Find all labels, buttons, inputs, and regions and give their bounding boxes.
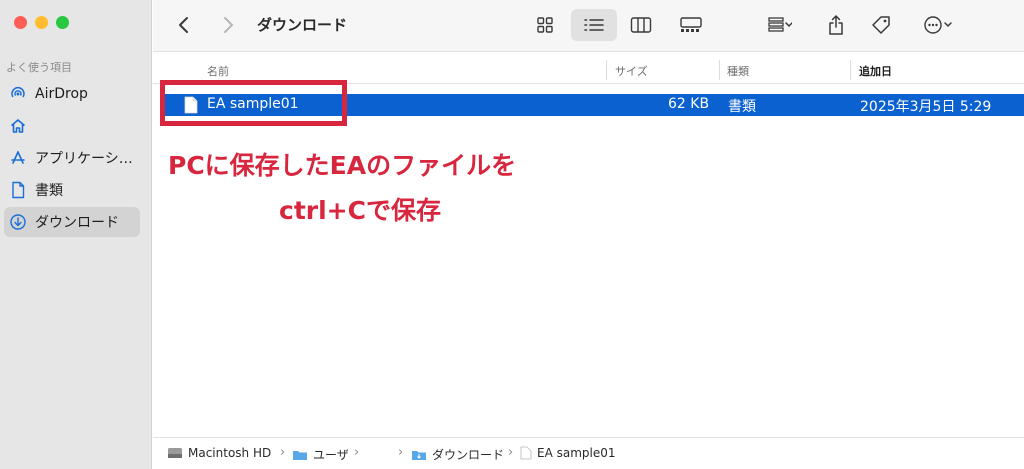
minimize-button[interactable] (35, 16, 48, 29)
icon-view-button[interactable] (527, 9, 563, 41)
file-size: 62 KB (668, 96, 710, 112)
path-separator: › (508, 445, 514, 460)
path-crumb-file[interactable]: EA sample01 (520, 446, 616, 460)
path-crumb-downloads[interactable]: ダウンロード (411, 446, 504, 463)
back-button[interactable] (169, 9, 199, 41)
file-date-added: 2025年3月5日 5:29 (860, 99, 992, 115)
toolbar: ダウンロード (153, 0, 1024, 52)
sidebar-item-label: AirDrop (35, 86, 88, 102)
group-icon (768, 17, 792, 32)
close-button[interactable] (14, 16, 27, 29)
document-icon (520, 446, 532, 460)
highlight-box (160, 80, 347, 126)
tag-icon (872, 16, 890, 34)
sidebar-item-documents[interactable]: 書類 (4, 175, 140, 205)
column-view-icon (630, 17, 652, 33)
window-title: ダウンロード (257, 16, 348, 34)
annotation-line-1: PCに保存したEAのファイルを (168, 151, 517, 180)
window-controls (14, 16, 69, 29)
group-button[interactable] (755, 9, 805, 41)
sidebar-item-label: 書類 (35, 183, 63, 199)
sidebar-item-label: ダウンロード (35, 215, 119, 231)
share-button[interactable] (821, 9, 851, 41)
path-crumb-users[interactable]: ユーザ (292, 446, 349, 463)
column-header-size[interactable]: サイズ (615, 63, 648, 79)
column-header-name[interactable]: 名前 (207, 63, 229, 79)
path-separator: › (398, 445, 404, 460)
more-button[interactable] (915, 9, 963, 41)
home-icon (8, 116, 28, 136)
sidebar-item-applications[interactable]: アプリケーシ… (4, 143, 140, 173)
zoom-button[interactable] (56, 16, 69, 29)
hard-drive-icon (167, 446, 183, 460)
more-icon (924, 16, 952, 34)
applications-icon (8, 148, 28, 168)
document-icon (8, 180, 28, 200)
path-separator: › (280, 445, 286, 460)
back-icon (179, 17, 188, 33)
gallery-view-button[interactable] (671, 9, 711, 41)
sidebar-item-label: アプリケーシ… (35, 151, 133, 167)
column-view-button[interactable] (623, 9, 659, 41)
folder-icon (292, 448, 308, 462)
tag-button[interactable] (865, 9, 897, 41)
share-icon (829, 15, 843, 35)
sidebar-item-downloads[interactable]: ダウンロード (4, 207, 140, 237)
icon-view-icon (537, 17, 553, 33)
list-view-button[interactable] (571, 9, 617, 41)
column-header-date-added[interactable]: 追加日 (859, 63, 892, 79)
forward-icon (224, 17, 233, 33)
path-separator: › (354, 445, 360, 460)
sidebar-item-home[interactable] (4, 111, 140, 141)
sidebar: よく使う項目 AirDrop アプリケーシ… 書類 ダウンロード (0, 0, 152, 469)
column-header-kind[interactable]: 種類 (727, 63, 749, 79)
folder-icon (411, 448, 427, 462)
forward-button[interactable] (213, 9, 243, 41)
airdrop-icon (8, 84, 28, 104)
gallery-view-icon (680, 17, 702, 32)
list-view-icon (584, 19, 604, 31)
sidebar-section-favorites: よく使う項目 (6, 61, 72, 74)
file-kind: 書類 (728, 99, 756, 115)
path-crumb-macintosh-hd[interactable]: Macintosh HD (167, 446, 271, 460)
download-icon (8, 212, 28, 232)
sidebar-item-airdrop[interactable]: AirDrop (4, 79, 140, 109)
path-bar: Macintosh HD › ユーザ › › ダウンロード › EA sampl… (153, 437, 1024, 469)
annotation-line-2: ctrl+Cで保存 (279, 196, 441, 225)
